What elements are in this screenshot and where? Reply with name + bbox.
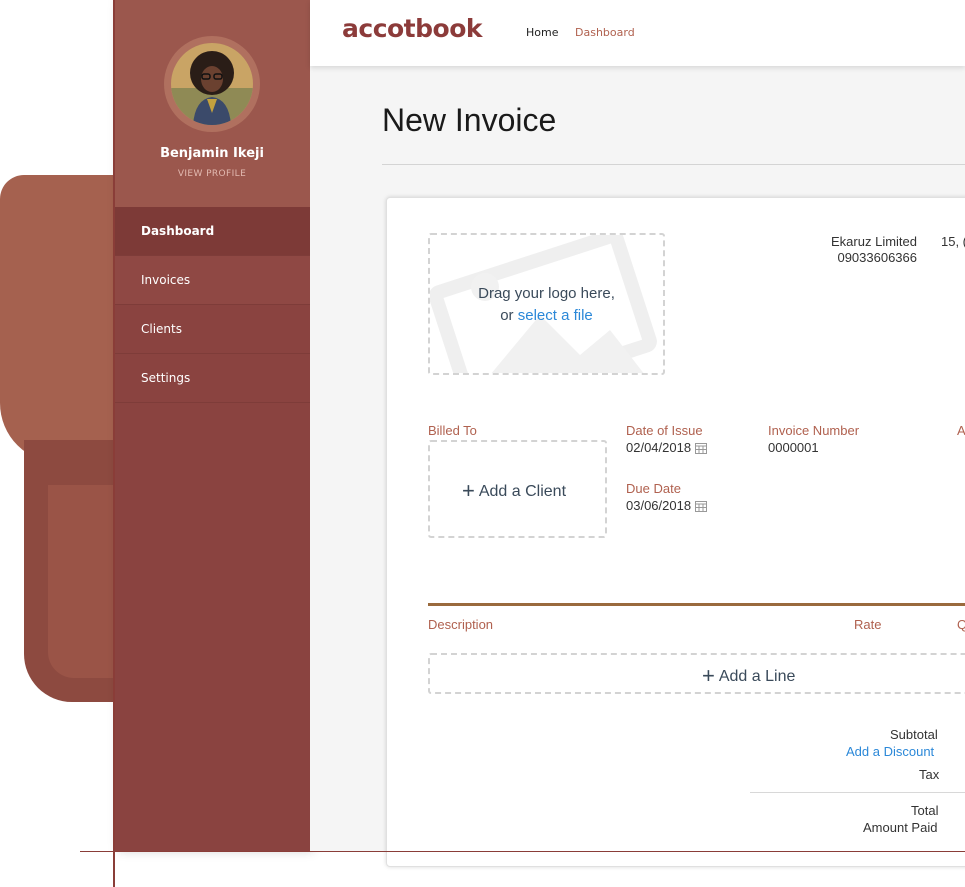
logo-drop-text: Drag your logo here, or select a file bbox=[430, 283, 663, 327]
add-client-button[interactable]: + Add a Client bbox=[428, 440, 607, 538]
view-profile-link[interactable]: VIEW PROFILE bbox=[178, 169, 246, 179]
due-date-field[interactable]: 03/06/2018 bbox=[626, 498, 708, 513]
due-date-label: Due Date bbox=[626, 481, 681, 496]
nav-link-home[interactable]: Home bbox=[526, 26, 558, 39]
amount-due-label: A bbox=[957, 423, 965, 438]
nav-link-dashboard[interactable]: Dashboard bbox=[575, 26, 635, 39]
sidebar: Benjamin Ikeji VIEW PROFILE Dashboard In… bbox=[114, 0, 310, 851]
app-stage: Benjamin Ikeji VIEW PROFILE Dashboard In… bbox=[0, 0, 965, 887]
date-of-issue-label: Date of Issue bbox=[626, 423, 703, 438]
add-line-button[interactable]: + Add a Line bbox=[428, 653, 965, 694]
plus-icon: + bbox=[462, 478, 475, 503]
drop-instruction: Drag your logo here, bbox=[478, 285, 615, 302]
frame-line-vertical bbox=[113, 0, 115, 887]
add-discount-link[interactable]: Add a Discount bbox=[846, 744, 934, 759]
brand-logo[interactable]: accotbook bbox=[342, 14, 483, 43]
items-divider bbox=[428, 603, 965, 606]
avatar-image bbox=[171, 43, 253, 125]
add-client-label: + Add a Client bbox=[462, 478, 567, 503]
billed-to-label: Billed To bbox=[428, 423, 477, 438]
date-of-issue-field[interactable]: 02/04/2018 bbox=[626, 440, 708, 455]
column-qty: Q bbox=[957, 617, 965, 632]
divider bbox=[750, 792, 965, 793]
user-name: Benjamin Ikeji bbox=[160, 146, 264, 161]
calendar-icon[interactable] bbox=[695, 500, 708, 512]
invoice-number-field[interactable]: 0000001 bbox=[768, 440, 819, 455]
invoice-number-label: Invoice Number bbox=[768, 423, 860, 438]
sidebar-item-invoices[interactable]: Invoices bbox=[114, 256, 310, 305]
tax-label: Tax bbox=[919, 767, 940, 782]
sidebar-item-settings[interactable]: Settings bbox=[114, 354, 310, 403]
subtotal-label: Subtotal bbox=[890, 727, 938, 742]
select-file-link[interactable]: select a file bbox=[518, 307, 593, 324]
amount-paid-label: Amount Paid bbox=[863, 820, 938, 835]
calendar-icon[interactable] bbox=[695, 442, 708, 454]
plus-icon: + bbox=[702, 663, 715, 688]
invoice-card: Drag your logo here, or select a file Ek… bbox=[386, 197, 965, 867]
frame-line-horizontal bbox=[80, 851, 965, 852]
total-label: Total bbox=[911, 803, 939, 818]
add-line-label: + Add a Line bbox=[702, 663, 796, 688]
company-phone: 09033606366 bbox=[837, 250, 917, 265]
avatar[interactable] bbox=[164, 36, 260, 132]
drop-or-text: or bbox=[500, 307, 518, 324]
column-rate: Rate bbox=[854, 617, 882, 632]
profile-section: Benjamin Ikeji VIEW PROFILE bbox=[114, 0, 310, 207]
divider bbox=[382, 164, 965, 165]
sidebar-item-clients[interactable]: Clients bbox=[114, 305, 310, 354]
company-info[interactable]: Ekaruz Limited 09033606366 bbox=[807, 234, 917, 266]
sidebar-item-dashboard[interactable]: Dashboard bbox=[114, 207, 310, 256]
company-name: Ekaruz Limited bbox=[831, 234, 917, 249]
company-address[interactable]: 15, ( bbox=[941, 234, 965, 249]
top-bar: accotbook Home Dashboard bbox=[310, 0, 965, 66]
main-content: New Invoice Drag your logo here, or sele… bbox=[310, 66, 965, 867]
page-title: New Invoice bbox=[382, 102, 557, 138]
logo-dropzone[interactable]: Drag your logo here, or select a file bbox=[428, 233, 665, 375]
column-description: Description bbox=[428, 617, 494, 632]
